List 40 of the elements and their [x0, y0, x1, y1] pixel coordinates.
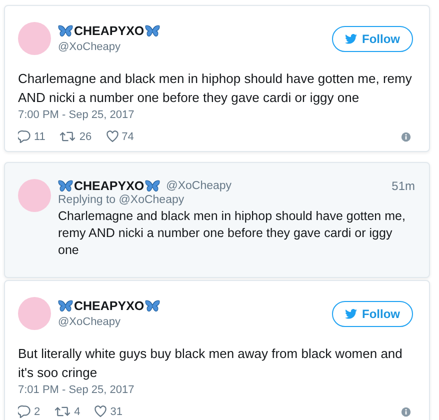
info-icon — [401, 406, 411, 416]
butterfly-icon — [58, 25, 73, 37]
user-name: CHEAPYXO — [74, 179, 144, 193]
bird-icon — [345, 34, 357, 44]
bird-icon — [345, 308, 357, 318]
like-count: 31 — [110, 406, 122, 418]
avatar[interactable] — [18, 179, 51, 212]
butterfly-icon — [145, 300, 160, 312]
like-count: 74 — [122, 130, 134, 142]
heart-icon — [106, 130, 119, 143]
butterfly-icon — [58, 180, 73, 192]
info-icon — [401, 132, 411, 142]
avatar[interactable] — [18, 297, 51, 330]
user-name: CHEAPYXO — [74, 299, 144, 313]
reply-count: 2 — [34, 406, 40, 418]
tweet-age: 51m — [392, 179, 415, 193]
butterfly-icon — [58, 300, 73, 312]
retweet-count: 26 — [79, 130, 92, 142]
follow-button[interactable]: Follow — [332, 300, 413, 326]
heart-icon — [94, 405, 108, 418]
tweet-text: But literally white guys buy black men away from black women and it's soo cringe — [18, 345, 404, 382]
retweet-icon — [59, 130, 76, 143]
speech-bubble-icon — [18, 130, 31, 143]
user-handle[interactable]: @XoCheapy — [58, 316, 332, 328]
replying-to: Replying to @XoCheapy — [58, 194, 186, 206]
retweet-count: 4 — [74, 406, 80, 418]
retweet-icon — [54, 405, 72, 418]
tweet-text: Charlemagne and black men in hiphop should have gotten me, remy AND nicki a number one before they gave cardi or iggy one — [58, 208, 406, 259]
speech-bubble-icon — [18, 405, 31, 418]
reply-count: 11 — [34, 130, 46, 142]
timestamp[interactable]: 7:00 PM - Sep 25, 2017 — [18, 109, 415, 121]
user-handle[interactable]: @XoCheapy — [166, 180, 232, 192]
user-handle[interactable]: @XoCheapy — [58, 41, 332, 53]
tweet-text: Charlemagne and black men in hiphop should have gotten me, remy AND nicki a number one before they gave cardi or iggy one — [18, 70, 412, 107]
timestamp[interactable]: 7:01 PM - Sep 25, 2017 — [18, 384, 415, 396]
butterfly-icon — [145, 180, 160, 192]
avatar[interactable] — [18, 22, 51, 55]
follow-button[interactable]: Follow — [332, 26, 413, 52]
user-name: CHEAPYXO — [74, 24, 144, 38]
butterfly-icon — [145, 25, 160, 37]
